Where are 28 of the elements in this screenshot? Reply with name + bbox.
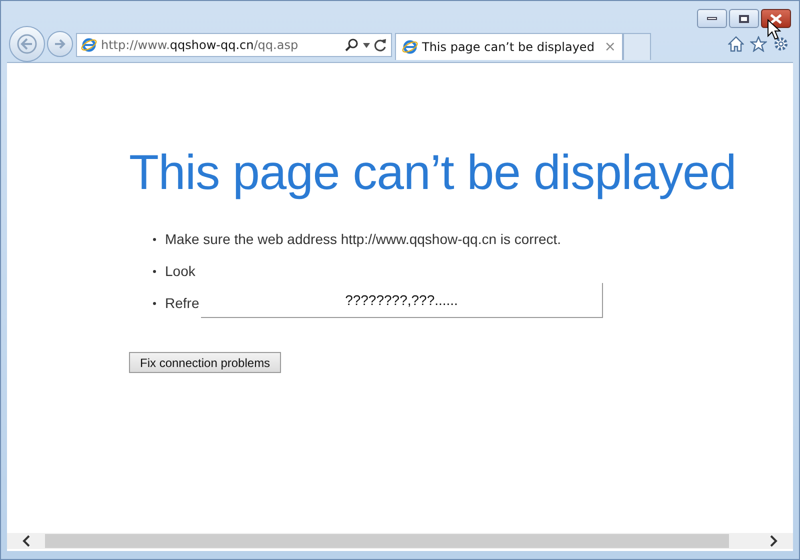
minimize-button[interactable] (697, 9, 727, 28)
mouse-cursor-icon (767, 19, 781, 41)
scrollbar-thumb[interactable] (45, 534, 729, 548)
browser-tab[interactable]: This page can’t be displayed × (395, 33, 623, 60)
scroll-left-icon (21, 535, 31, 547)
bullet-text: Make sure the web address http://www.qqshow-qq.cn is correct. (165, 230, 562, 249)
bullet-text: Look (165, 262, 196, 281)
home-icon[interactable] (728, 36, 744, 52)
ie-logo-icon (402, 39, 418, 55)
scroll-right-icon (769, 535, 779, 547)
star-icon[interactable] (750, 36, 767, 52)
refresh-icon (374, 38, 387, 52)
address-text: http://www.qqshow-qq.cn/qq.asp (101, 37, 298, 54)
maximize-button[interactable] (729, 9, 759, 28)
popup-text: ????????,???...... (345, 290, 458, 310)
address-bar[interactable]: http://www.qqshow-qq.cn/qq.asp (76, 33, 392, 57)
close-button[interactable] (761, 9, 791, 28)
tab-close-button[interactable]: × (604, 36, 616, 58)
search-icon (345, 38, 359, 52)
close-icon (770, 14, 782, 24)
dropdown-caret-icon (363, 42, 370, 48)
error-heading: This page can’t be displayed (129, 149, 738, 198)
horizontal-scrollbar[interactable] (7, 533, 793, 549)
bullet-text: Refre (165, 294, 200, 313)
fix-connection-button[interactable]: Fix connection problems (129, 352, 282, 373)
settings-icon[interactable] (773, 36, 789, 52)
tab-title: This page can’t be displayed (422, 39, 594, 56)
ie-logo-icon (81, 37, 97, 53)
